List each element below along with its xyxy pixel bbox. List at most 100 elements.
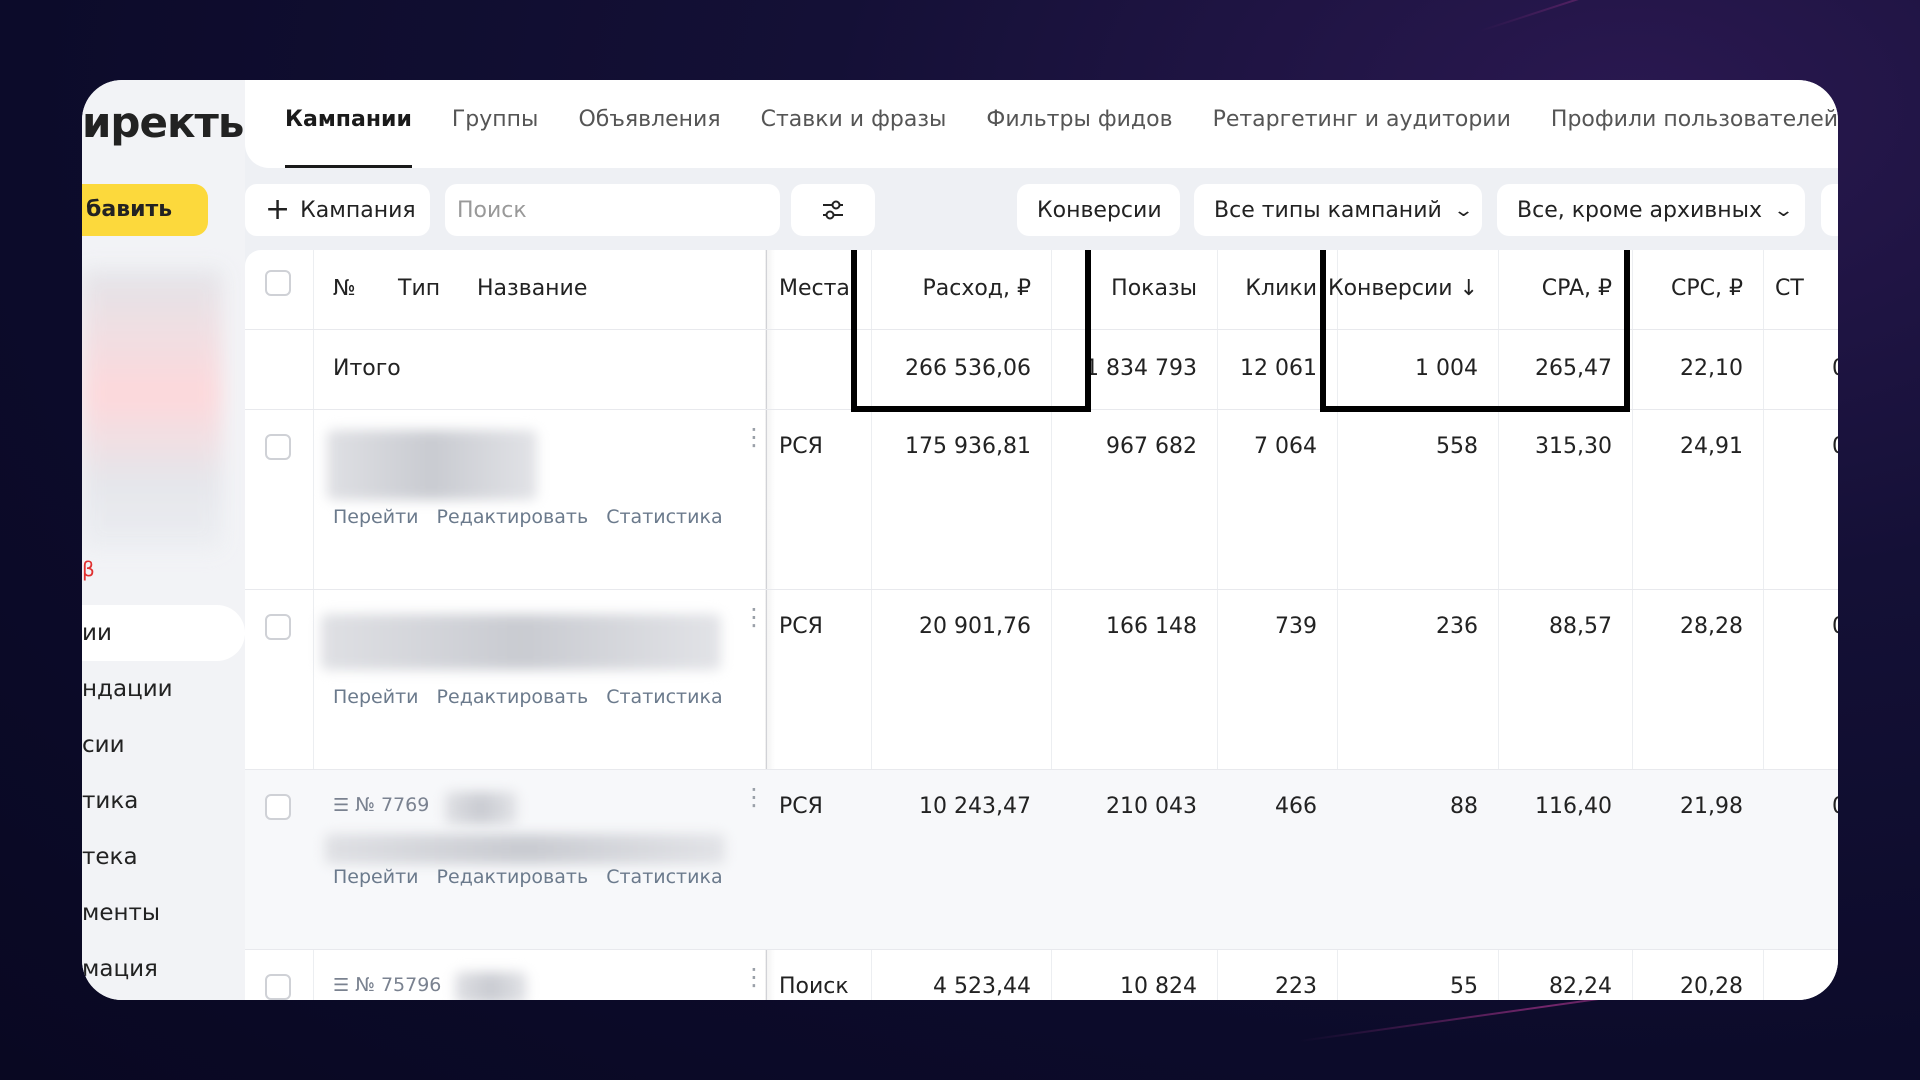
tab-groups[interactable]: Группы — [452, 80, 539, 168]
row-cpc: 21,98 — [1680, 794, 1743, 819]
sidebar-item-statistics[interactable]: тика — [82, 773, 245, 829]
beta-badge: β — [82, 557, 95, 581]
sidebar-item-tools[interactable]: менты — [82, 885, 245, 941]
tab-bar: Кампании Группы Объявления Ставки и фраз… — [245, 80, 1838, 168]
stats-link[interactable]: Статистика — [606, 506, 722, 528]
archive-filter-dropdown[interactable]: Все, кроме архивных ⌄ — [1497, 184, 1805, 236]
row-places: РСЯ — [779, 434, 823, 459]
sidebar-item-library[interactable]: тека — [82, 829, 245, 885]
row-cpa: 88,57 — [1549, 614, 1612, 639]
col-header-cpc[interactable]: CPC, ₽ — [1671, 276, 1743, 301]
go-link[interactable]: Перейти — [333, 506, 419, 528]
sidebar-item-campaigns[interactable]: ии — [82, 605, 245, 661]
row-checkbox[interactable] — [265, 434, 291, 460]
total-label: Итого — [333, 356, 401, 381]
campaign-type-icon: ☰ — [333, 975, 350, 996]
row-actions: Перейти Редактировать Статистика — [333, 866, 735, 888]
table-row: ⋮ Перейти Редактировать Статистика РСЯ 2… — [245, 590, 1838, 770]
decorative-line — [1479, 0, 1861, 32]
row-actions: Перейти Редактировать Статистика — [333, 506, 735, 528]
tab-user-profiles[interactable]: Профили пользователей — [1551, 80, 1838, 168]
col-header-name[interactable]: Название — [477, 276, 587, 301]
blurred-sidebar-content — [82, 270, 222, 550]
tab-campaigns[interactable]: Кампании — [285, 80, 412, 168]
stats-link[interactable]: Статистика — [606, 866, 722, 888]
row-places: Поиск — [779, 974, 849, 999]
app-window: иректь бавить β ии ндации сии тика тека … — [82, 80, 1838, 1000]
row-conversions: 88 — [1450, 794, 1478, 819]
row-clicks: 739 — [1275, 614, 1317, 639]
highlight-box-conversions-cpa — [1320, 250, 1630, 412]
sidebar-item-conversions[interactable]: сии — [82, 717, 245, 773]
campaign-type-icon: ☰ — [333, 795, 350, 816]
campaign-id: ☰ № 7769 — [333, 794, 430, 816]
edit-link[interactable]: Редактировать — [437, 686, 589, 708]
row-conversions: 55 — [1450, 974, 1478, 999]
tab-retargeting[interactable]: Ретаргетинг и аудитории — [1213, 80, 1511, 168]
highlight-box-spend — [851, 250, 1091, 412]
col-header-places[interactable]: Места — [779, 276, 850, 301]
col-header-num[interactable]: № — [333, 276, 356, 301]
row-checkbox[interactable] — [265, 794, 291, 820]
row-ctr: 0 — [1832, 794, 1838, 819]
more-vertical-icon[interactable]: ⋮ — [742, 425, 766, 449]
campaign-types-label: Все типы кампаний — [1214, 197, 1442, 223]
add-button[interactable]: бавить — [82, 184, 208, 236]
blurred-campaign-name — [327, 430, 537, 500]
total-cpc: 22,10 — [1680, 356, 1743, 381]
col-header-impressions[interactable]: Показы — [1111, 276, 1197, 301]
edit-link[interactable]: Редактировать — [437, 506, 589, 528]
go-link[interactable]: Перейти — [333, 686, 419, 708]
select-all-checkbox[interactable] — [265, 270, 291, 296]
row-ctr: 0 — [1832, 434, 1838, 459]
total-impressions: 1 834 793 — [1085, 356, 1197, 381]
search-input[interactable]: Поиск — [445, 184, 780, 236]
col-header-ctr[interactable]: СТ — [1775, 276, 1804, 301]
row-impressions: 10 824 — [1120, 974, 1197, 999]
row-ctr: 0 — [1832, 614, 1838, 639]
row-clicks: 466 — [1275, 794, 1317, 819]
row-actions: Перейти Редактировать Статистика — [333, 686, 735, 708]
row-impressions: 210 043 — [1106, 794, 1197, 819]
tab-bids-phrases[interactable]: Ставки и фразы — [761, 80, 947, 168]
col-header-type[interactable]: Тип — [398, 276, 440, 301]
more-vertical-icon[interactable]: ⋮ — [742, 785, 766, 809]
row-checkbox[interactable] — [265, 974, 291, 1000]
sidebar-item-information[interactable]: мация — [82, 941, 245, 997]
row-spend: 4 523,44 — [933, 974, 1031, 999]
row-clicks: 7 064 — [1254, 434, 1317, 459]
row-cpa: 82,24 — [1549, 974, 1612, 999]
row-spend: 10 243,47 — [919, 794, 1031, 819]
sidebar-menu: ии ндации сии тика тека менты мация — [82, 605, 245, 997]
table-row: ☰ № 75796 ⋮ Поиск 4 523,44 10 824 223 55 … — [245, 950, 1838, 1000]
edit-link[interactable]: Редактировать — [437, 866, 589, 888]
col-header-clicks[interactable]: Клики — [1245, 276, 1317, 301]
more-vertical-icon[interactable]: ⋮ — [742, 965, 766, 989]
conversions-button[interactable]: Конверсии — [1017, 184, 1180, 236]
total-clicks: 12 061 — [1240, 356, 1317, 381]
go-link[interactable]: Перейти — [333, 866, 419, 888]
filter-settings-button[interactable] — [791, 184, 875, 236]
row-checkbox[interactable] — [265, 614, 291, 640]
tab-ads[interactable]: Объявления — [578, 80, 720, 168]
app-logo: иректь — [82, 98, 244, 147]
row-places: РСЯ — [779, 794, 823, 819]
sidebar-item-recommendations[interactable]: ндации — [82, 661, 245, 717]
tab-feed-filters[interactable]: Фильтры фидов — [986, 80, 1172, 168]
add-campaign-button[interactable]: + Кампания — [245, 184, 430, 236]
row-cpc: 24,91 — [1680, 434, 1743, 459]
row-spend: 20 901,76 — [919, 614, 1031, 639]
more-vertical-icon[interactable]: ⋮ — [742, 605, 766, 629]
campaign-types-dropdown[interactable]: Все типы кампаний ⌄ — [1194, 184, 1482, 236]
table-row: ☰ № 7769 ⋮ Перейти Редактировать Статисти… — [245, 770, 1838, 950]
blurred-campaign-name — [321, 614, 721, 670]
blurred-id-suffix — [445, 792, 517, 824]
toolbar: + Кампания Поиск Конверсии Все типы камп… — [245, 184, 1838, 236]
blurred-campaign-name — [325, 834, 725, 864]
add-campaign-label: Кампания — [300, 197, 416, 223]
row-spend: 175 936,81 — [905, 434, 1031, 459]
stats-link[interactable]: Статистика — [606, 686, 722, 708]
campaigns-table: № Тип Название Места Расход, ₽ Показы Кл… — [245, 250, 1838, 1000]
total-ctr: 0 — [1832, 356, 1838, 381]
toolbar-overflow-button[interactable] — [1821, 184, 1838, 236]
